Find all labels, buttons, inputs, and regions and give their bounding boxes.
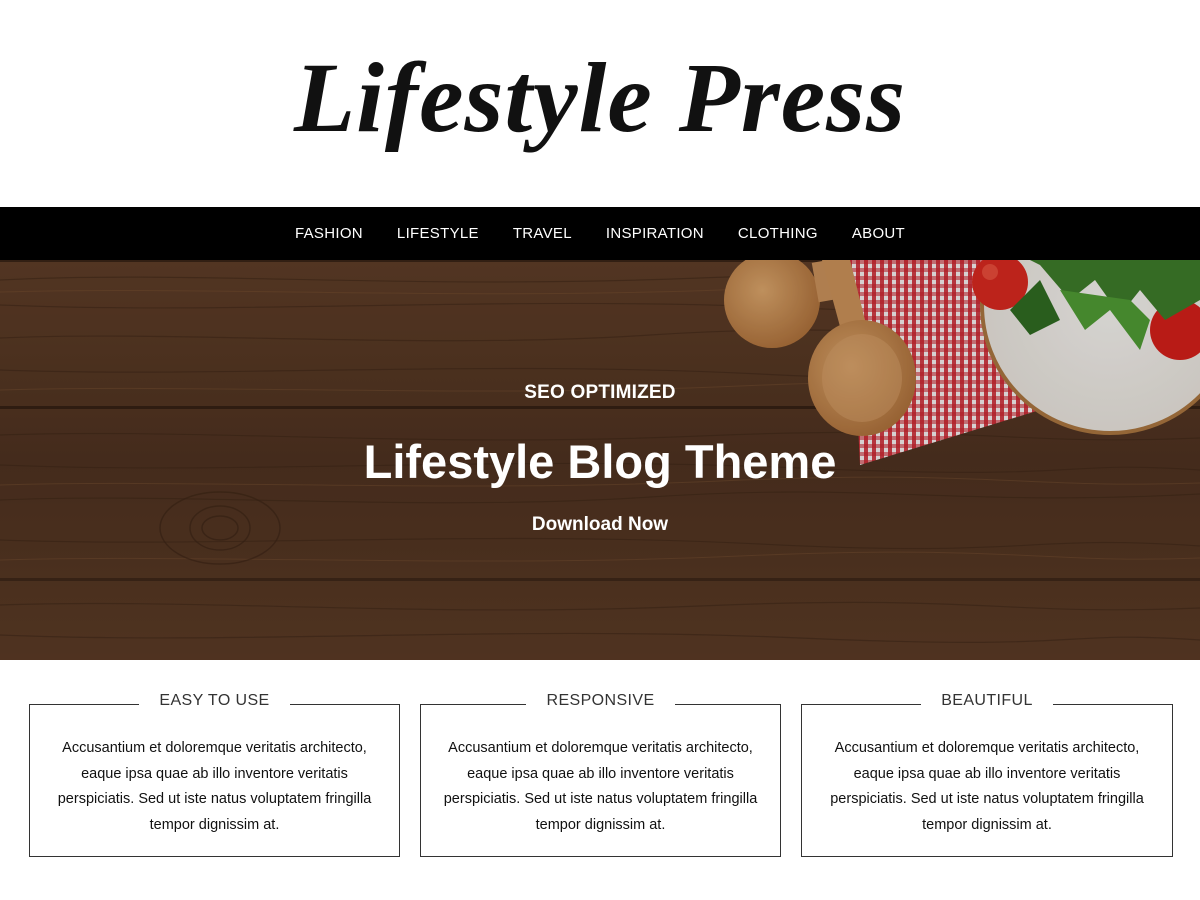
feature-text: Accusantium et doloremque veritatis arch…	[830, 740, 1144, 833]
feature-heading: EASY TO USE	[139, 692, 290, 709]
feature-text: Accusantium et doloremque veritatis arch…	[57, 740, 372, 833]
feature-text: Accusantium et doloremque veritatis arch…	[443, 740, 758, 833]
hero-subtitle: SEO OPTIMIZED	[524, 382, 676, 403]
feature-heading: RESPONSIVE	[526, 692, 675, 709]
feature-box-beautiful: BEAUTIFUL Accusantium et doloremque veri…	[801, 692, 1173, 857]
site-header: Lifestyle Press	[0, 0, 1200, 207]
nav-list: FASHION LIFESTYLE TRAVEL INSPIRATION CLO…	[0, 207, 1200, 260]
nav-item-about[interactable]: ABOUT	[835, 207, 922, 260]
site-title[interactable]: Lifestyle Press	[0, 38, 1200, 158]
feature-box-easy-to-use: EASY TO USE Accusantium et doloremque ve…	[29, 692, 400, 857]
feature-box-responsive: RESPONSIVE Accusantium et doloremque ver…	[420, 692, 781, 857]
nav-item-lifestyle[interactable]: LIFESTYLE	[380, 207, 496, 260]
download-now-link[interactable]: Download Now	[532, 514, 668, 535]
hero-banner: SEO OPTIMIZED Lifestyle Blog Theme Downl…	[0, 260, 1200, 660]
nav-item-inspiration[interactable]: INSPIRATION	[589, 207, 721, 260]
nav-item-fashion[interactable]: FASHION	[278, 207, 380, 260]
hero-title: Lifestyle Blog Theme	[363, 435, 837, 488]
nav-item-clothing[interactable]: CLOTHING	[721, 207, 835, 260]
nav-item-travel[interactable]: TRAVEL	[496, 207, 589, 260]
features-section: EASY TO USE Accusantium et doloremque ve…	[0, 680, 1200, 880]
feature-heading: BEAUTIFUL	[921, 692, 1053, 709]
main-nav: FASHION LIFESTYLE TRAVEL INSPIRATION CLO…	[0, 207, 1200, 260]
